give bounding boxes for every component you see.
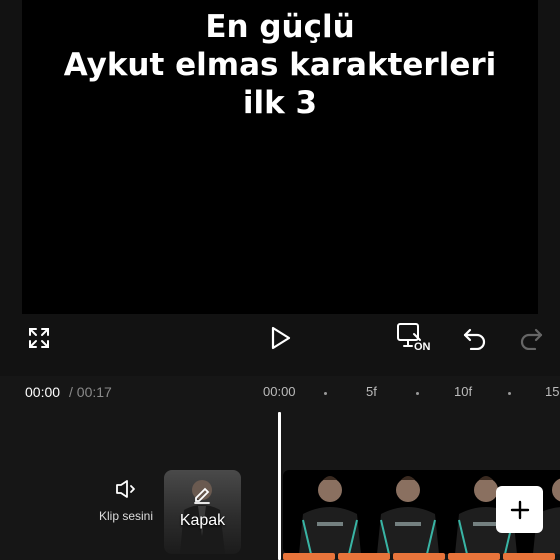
ruler-label-0: 00:00 (263, 384, 296, 399)
overlay-line-2: Aykut elmas karakterleri (63, 47, 497, 83)
expand-icon (29, 328, 49, 348)
video-preview-area: En güçlü Aykut elmas karakterleri ilk 3 (0, 0, 560, 315)
redo-icon (520, 328, 543, 350)
ruler-dot (508, 392, 511, 395)
audio-waveform-strip[interactable] (283, 553, 560, 560)
audio-segment (448, 553, 500, 560)
cover-label: Kapak (179, 512, 226, 529)
ruler-label-3: 15 (545, 384, 560, 399)
plus-icon (510, 500, 529, 519)
clip-frame-thumbnail (377, 476, 439, 554)
play-button[interactable] (265, 315, 295, 361)
overlay-text[interactable]: En güçlü Aykut elmas karakterleri ilk 3 (22, 8, 538, 122)
timeline-header: 00:00 / 00:17 00:00 5f 10f 15 (0, 376, 560, 406)
total-time: / 00:17 (69, 384, 112, 400)
fullscreen-button[interactable] (24, 315, 54, 361)
video-canvas[interactable]: En güçlü Aykut elmas karakterleri ilk 3 (22, 0, 538, 314)
overlay-line-3: ilk 3 (242, 85, 318, 121)
current-time: 00:00 (25, 384, 61, 400)
playhead[interactable] (278, 412, 281, 560)
undo-icon (463, 328, 486, 350)
speaker-icon (116, 480, 135, 498)
overlay-line-1: En güçlü (205, 9, 355, 45)
clip-audio-button[interactable]: Klip sesini (95, 478, 157, 523)
ruler-dot (416, 392, 419, 395)
toggle-badge: ON (414, 341, 431, 353)
audio-segment (503, 553, 555, 560)
ruler-label-1: 5f (366, 384, 377, 399)
pencil-icon (194, 487, 210, 504)
audio-segment (283, 553, 335, 560)
clip-audio-label: Klip sesini (98, 509, 154, 523)
original-toggle-button[interactable]: ON (394, 315, 434, 361)
playback-controls: ON (0, 315, 560, 375)
play-icon (271, 326, 291, 350)
ruler-label-2: 10f (454, 384, 473, 399)
undo-button[interactable] (460, 315, 490, 361)
audio-segment (393, 553, 445, 560)
clip-frame-thumbnail (299, 476, 361, 554)
add-clip-button[interactable] (496, 486, 543, 533)
ruler-dot (324, 392, 327, 395)
redo-button[interactable] (516, 315, 546, 361)
cover-button[interactable]: Kapak (164, 470, 241, 554)
audio-segment (338, 553, 390, 560)
